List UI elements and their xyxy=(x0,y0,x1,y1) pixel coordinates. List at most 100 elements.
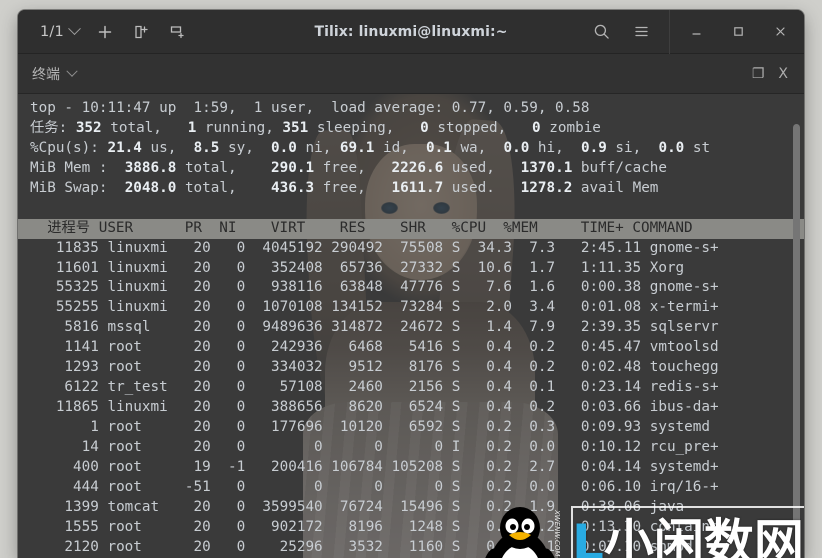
hamburger-menu-icon xyxy=(634,26,648,37)
screen: 1/1 Tilix: linuxmi@linuxmi:~ 终端 ❐ X top … xyxy=(0,0,822,558)
titlebar-left-controls: 1/1 xyxy=(18,17,194,47)
terminal-scrollbar-thumb[interactable] xyxy=(793,124,800,524)
split-horizontal-button[interactable] xyxy=(160,17,194,47)
terminal-title: 终端 xyxy=(32,66,60,83)
top-summary-text: buff/cache xyxy=(572,159,668,176)
top-summary-text: total, xyxy=(176,159,272,176)
titlebar-right-controls xyxy=(583,10,804,54)
top-summary-text: used. xyxy=(443,179,521,196)
top-summary-line: %Cpu(s): 21.4 us, 8.5 sy, 0.0 ni, 69.1 i… xyxy=(30,139,804,159)
terminal-header: 终端 ❐ X xyxy=(18,54,804,94)
window-controls xyxy=(670,16,804,48)
top-summary-line: 任务: 352 total, 1 running, 351 sleeping, … xyxy=(30,119,804,139)
process-row: 11601 linuxmi 20 0 352408 65736 27332 S … xyxy=(30,259,685,276)
menu-button[interactable] xyxy=(623,16,659,48)
top-summary-text: %Cpu(s): xyxy=(30,139,108,156)
top-summary-text: hi, xyxy=(529,139,581,156)
top-blank-line xyxy=(30,199,804,219)
search-button[interactable] xyxy=(583,16,619,48)
top-summary-line: MiB Mem : 3886.8 total, 290.1 free, 2226… xyxy=(30,159,804,179)
terminal-maximize-button[interactable]: ❐ xyxy=(752,67,765,81)
top-summary-value: 2226.6 xyxy=(391,159,444,176)
top-summary-text: free, xyxy=(314,179,392,196)
top-summary-value: 8.5 xyxy=(193,139,220,156)
top-summary-value: 0.0 xyxy=(658,139,685,156)
top-summary-text: total, xyxy=(101,119,188,136)
new-session-button[interactable] xyxy=(88,17,122,47)
top-summary-value: 436.3 xyxy=(271,179,315,196)
top-summary-text: st xyxy=(684,139,711,156)
terminal-header-controls: ❐ X xyxy=(752,67,794,81)
top-summary-text: used, xyxy=(443,159,521,176)
top-column-header: 进程号 USER PR NI VIRT RES SHR %CPU %MEM TI… xyxy=(18,218,804,239)
process-row: 1141 root 20 0 242936 6468 5416 S 0.4 0.… xyxy=(30,339,719,356)
top-summary-line: top - 10:11:47 up 1:59, 1 user, load ave… xyxy=(30,99,804,119)
top-summary-value: 0 xyxy=(420,119,429,136)
top-summary-value: 21.4 xyxy=(107,139,142,156)
minimize-icon xyxy=(691,33,701,35)
top-summary-text: running, xyxy=(196,119,283,136)
top-summary-value: 352 xyxy=(75,119,102,136)
process-row: 1399 tomcat 20 0 3599540 76724 15496 S 0… xyxy=(30,498,685,515)
top-summary-value: 0.0 xyxy=(503,139,530,156)
session-counter: 1/1 xyxy=(40,23,64,40)
top-summary-value: 2048.0 xyxy=(124,179,177,196)
top-summary-text: sleeping, xyxy=(308,119,421,136)
process-row: 400 root 19 -1 200416 106784 105208 S 0.… xyxy=(30,458,719,475)
top-summary-text: id, xyxy=(374,139,427,156)
split-vertical-icon xyxy=(135,25,148,38)
top-summary-text: 任务: xyxy=(30,119,76,136)
top-summary-value: 0 xyxy=(532,119,541,136)
process-row: 2120 root 20 0 25296 3532 1160 S 0.2 0.1… xyxy=(30,538,693,555)
top-summary-text: total, xyxy=(176,179,272,196)
top-summary-text: avail Mem xyxy=(572,179,659,196)
top-summary-value: 1611.7 xyxy=(391,179,444,196)
top-summary-text: stopped, xyxy=(428,119,533,136)
top-summary-value: 0.0 xyxy=(271,139,297,156)
top-output: top - 10:11:47 up 1:59, 1 user, load ave… xyxy=(18,94,804,558)
top-summary-value: 3886.8 xyxy=(124,159,177,176)
process-row: 5816 mssql 20 0 9489636 314872 24672 S 1… xyxy=(30,319,719,336)
maximize-button[interactable] xyxy=(720,16,756,48)
process-row: 55325 linuxmi 20 0 938116 63848 47776 S … xyxy=(30,279,719,296)
process-row: 14 root 20 0 0 0 0 I 0.2 0.0 0:10.12 rcu… xyxy=(30,438,719,455)
maximize-icon xyxy=(733,27,743,36)
terminal-close-button[interactable]: X xyxy=(778,67,788,81)
top-summary-text: ni, xyxy=(296,139,340,156)
process-row: 444 root -51 0 0 0 0 S 0.2 0.0 0:06.10 i… xyxy=(30,478,719,495)
top-summary-text: si, xyxy=(606,139,659,156)
top-summary-line: MiB Swap: 2048.0 total, 436.3 free, 1611… xyxy=(30,179,804,199)
window-titlebar: 1/1 Tilix: linuxmi@linuxmi:~ xyxy=(18,10,804,54)
process-row: 11865 linuxmi 20 0 388656 8620 6524 S 0.… xyxy=(30,399,719,416)
top-summary-value: 0.1 xyxy=(426,139,452,156)
terminal-menu-chevron-down-icon[interactable] xyxy=(66,65,78,77)
chevron-down-icon xyxy=(68,22,81,36)
top-summary-text: top - 10:11:47 up 1:59, 1 user, load ave… xyxy=(30,100,590,116)
terminal-body[interactable]: top - 10:11:47 up 1:59, 1 user, load ave… xyxy=(18,94,804,558)
process-row: 1293 root 20 0 334032 9512 8176 S 0.4 0.… xyxy=(30,359,719,376)
process-row: 1555 root 20 0 902172 8196 1248 S 0.2 0.… xyxy=(30,518,728,535)
process-row: 55255 linuxmi 20 0 1070108 134152 73284 … xyxy=(30,299,719,316)
process-row: 1 root 20 0 177696 10120 6592 S 0.2 0.3 … xyxy=(30,419,710,435)
top-summary-value: 1278.2 xyxy=(520,179,573,196)
session-selector[interactable]: 1/1 xyxy=(31,21,86,43)
top-summary-text: MiB Mem : xyxy=(30,159,125,176)
process-row: 6122 tr_test 20 0 57108 2460 2156 S 0.4 … xyxy=(30,379,719,396)
close-button[interactable] xyxy=(762,16,798,48)
top-summary-value: 1370.1 xyxy=(520,159,573,176)
tilix-window: 1/1 Tilix: linuxmi@linuxmi:~ 终端 ❐ X top … xyxy=(18,10,804,558)
process-row: 11835 linuxmi 20 0 4045192 290492 75508 … xyxy=(30,239,719,256)
top-summary-text: free, xyxy=(314,159,392,176)
close-icon xyxy=(775,27,785,36)
top-summary-value: 69.1 xyxy=(339,139,375,156)
top-summary-text: wa, xyxy=(451,139,504,156)
split-horizontal-icon xyxy=(170,25,184,38)
top-summary-text: zombie xyxy=(540,119,601,136)
top-summary-text: us, xyxy=(141,139,194,156)
terminal-scrollbar[interactable] xyxy=(791,94,802,558)
plus-icon xyxy=(98,25,112,38)
top-summary-value: 0.9 xyxy=(580,139,607,156)
top-summary-value: 351 xyxy=(282,119,309,136)
split-vertical-button[interactable] xyxy=(124,17,158,47)
minimize-button[interactable] xyxy=(678,16,714,48)
